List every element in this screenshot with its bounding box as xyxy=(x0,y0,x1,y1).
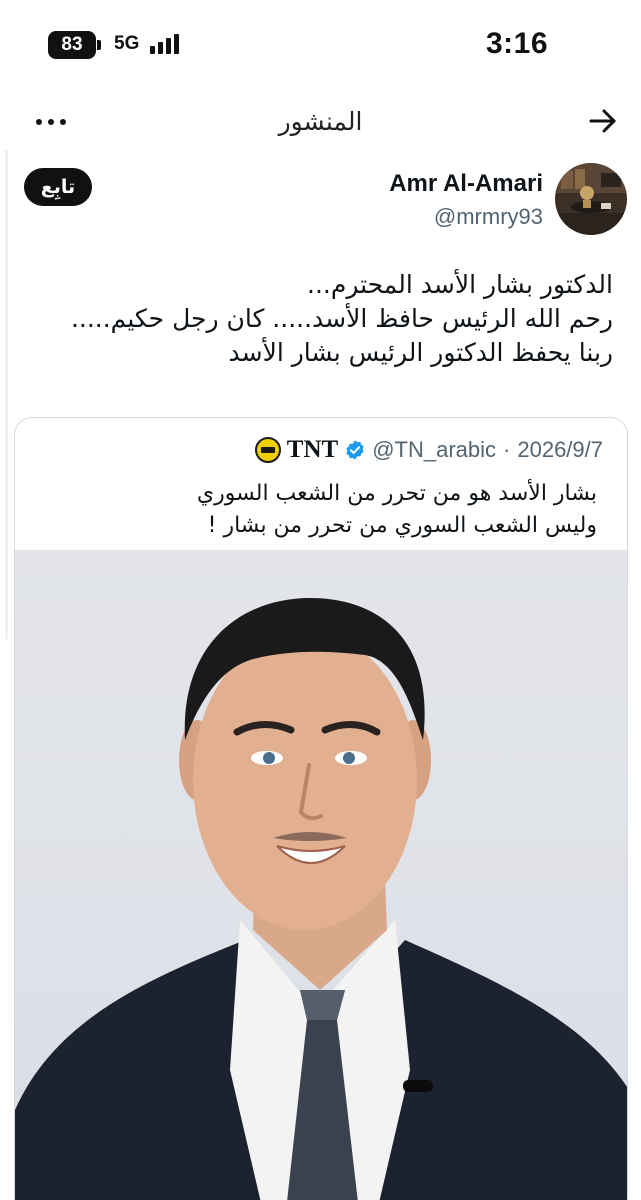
quoted-post-text: بشار الأسد هو من تحرر من الشعب السوري ول… xyxy=(37,478,597,542)
post-header: المنشور xyxy=(0,95,641,151)
battery-level: 83 xyxy=(48,31,96,59)
author-name[interactable]: Amr Al-Amari xyxy=(389,170,543,198)
arrow-right-icon[interactable] xyxy=(585,103,621,139)
quoted-post-header: TNT @TN_arabic · 2026/9/7 xyxy=(254,436,603,464)
scroll-indicator xyxy=(5,150,8,640)
page-title: المنشور xyxy=(278,107,363,136)
follow-button[interactable]: تابِع xyxy=(24,168,92,206)
quoted-date: 2026/9/7 xyxy=(517,437,603,462)
verified-badge-icon xyxy=(346,440,364,460)
quoted-avatar xyxy=(254,437,281,463)
avatar[interactable] xyxy=(555,163,627,235)
status-bar: 83 5G 3:16 xyxy=(0,0,641,90)
battery-icon: 83 xyxy=(48,31,104,59)
post-text-line: الدكتور بشار الأسد المحترم... xyxy=(307,270,613,299)
post-text-line: ربنا يحفظ الدكتور الرئيس بشار الأسد xyxy=(228,338,613,367)
signal-icon xyxy=(150,34,179,54)
network-type: 5G xyxy=(114,33,140,54)
quoted-separator: · xyxy=(503,437,511,462)
status-time: 3:16 xyxy=(485,27,548,60)
quoted-text-line: وليس الشعب السوري من تحرر من بشار ! xyxy=(207,513,597,538)
quoted-post-image[interactable] xyxy=(15,550,627,1200)
quoted-text-line: بشار الأسد هو من تحرر من الشعب السوري xyxy=(196,481,597,506)
quoted-author-handle: @TN_arabic xyxy=(372,437,497,462)
post-text: الدكتور بشار الأسد المحترم... رحم الله ا… xyxy=(53,268,613,370)
post-text-line: رحم الله الرئيس حافظ الأسد..... كان رجل … xyxy=(70,304,613,333)
quoted-author-name: TNT xyxy=(286,436,339,463)
author-handle[interactable]: @mrmry93 xyxy=(434,204,543,230)
quoted-post-card[interactable]: TNT @TN_arabic · 2026/9/7 بشار الأسد هو … xyxy=(14,417,628,1200)
